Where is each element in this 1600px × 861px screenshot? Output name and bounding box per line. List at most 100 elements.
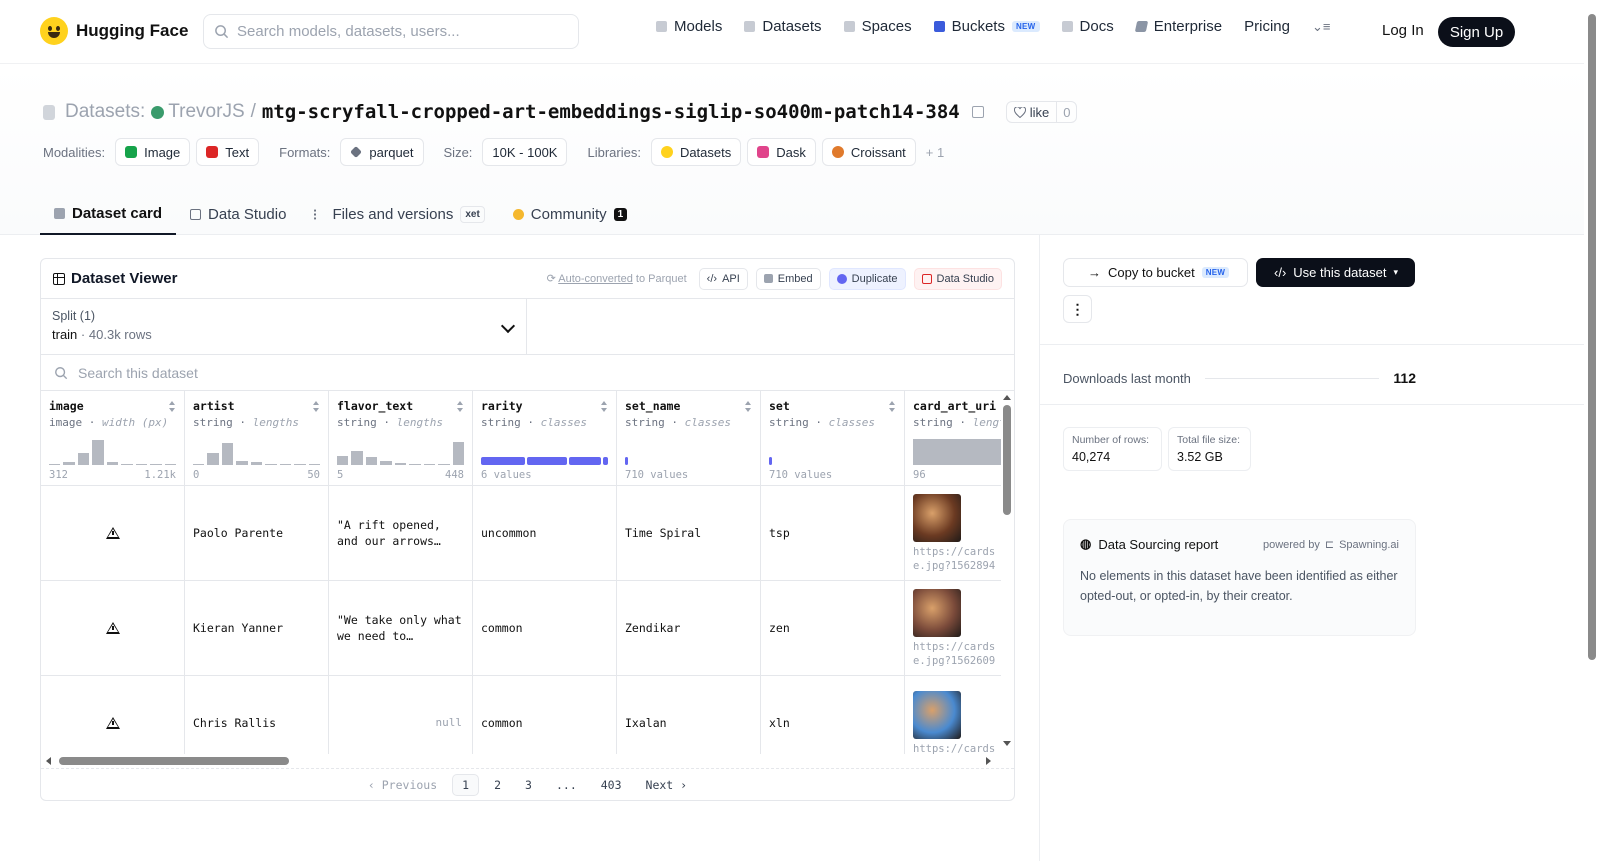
histogram-bar[interactable] xyxy=(207,453,219,465)
sort-icon[interactable] xyxy=(169,401,176,412)
tag-parquet[interactable]: parquet xyxy=(340,138,424,166)
page-2[interactable]: 2 xyxy=(485,775,510,795)
histogram-bar[interactable] xyxy=(135,464,148,465)
table-cell[interactable]: zen xyxy=(761,581,904,676)
table-cell[interactable]: https://cards xyxy=(905,676,1001,754)
scroll-right-icon[interactable] xyxy=(985,756,993,766)
table-cell[interactable]: common xyxy=(473,676,616,754)
previous-page[interactable]: ‹ Previous xyxy=(359,775,446,795)
histogram-bar[interactable] xyxy=(221,443,234,465)
table-vertical-scrollbar[interactable] xyxy=(1001,391,1014,754)
card-art-thumbnail[interactable] xyxy=(913,493,961,542)
table-cell[interactable]: uncommon xyxy=(473,486,616,581)
nav-pricing[interactable]: Pricing xyxy=(1244,18,1290,35)
use-dataset-button[interactable]: ‹/› Use this dataset ▾ xyxy=(1256,258,1415,287)
histogram-bar[interactable] xyxy=(452,442,464,465)
histogram-bar[interactable] xyxy=(351,451,363,465)
table-cell[interactable]: null xyxy=(329,676,472,754)
card-art-url[interactable]: https://cards e.jpg?1562609 xyxy=(913,640,995,668)
sort-icon[interactable] xyxy=(313,401,320,412)
table-cell[interactable]: "We take only what we need to… xyxy=(329,581,472,676)
scrollbar-thumb[interactable] xyxy=(59,757,289,765)
histogram-bar[interactable] xyxy=(121,464,133,465)
nav-spaces[interactable]: Spaces xyxy=(843,18,912,35)
table-cell[interactable]: xln xyxy=(761,676,904,754)
tab-data-studio[interactable]: Data Studio xyxy=(176,193,300,235)
class-segment[interactable] xyxy=(769,457,772,465)
powered-by[interactable]: powered by ⊏ Spawning.ai xyxy=(1263,538,1399,552)
histogram-bar[interactable] xyxy=(92,440,104,465)
table-cell[interactable]: Ixalan xyxy=(617,676,760,754)
card-art-url[interactable]: https://cards xyxy=(913,742,995,755)
table-cell[interactable] xyxy=(41,581,184,676)
scrollbar-thumb[interactable] xyxy=(1003,405,1011,515)
table-cell[interactable]: common xyxy=(473,581,616,676)
sort-icon[interactable] xyxy=(601,401,608,412)
tab-community[interactable]: Community 1 xyxy=(499,193,641,235)
histogram-bar[interactable] xyxy=(250,462,263,465)
global-search[interactable] xyxy=(203,14,579,49)
next-page[interactable]: Next › xyxy=(637,775,697,795)
histogram-bar[interactable] xyxy=(365,457,378,465)
table-cell[interactable]: Chris Rallis xyxy=(185,676,328,754)
class-segment[interactable] xyxy=(526,457,567,465)
dataset-search-input[interactable] xyxy=(78,364,478,381)
nav-buckets[interactable]: Buckets NEW xyxy=(933,18,1040,35)
card-art-thumbnail[interactable] xyxy=(913,588,961,637)
table-cell[interactable]: https://cards e.jpg?1562894 xyxy=(905,486,1001,581)
data-studio-button[interactable]: Data Studio xyxy=(913,267,1002,290)
table-horizontal-scrollbar[interactable] xyxy=(41,754,1001,768)
tag-text[interactable]: Text xyxy=(196,138,260,166)
histogram-bar[interactable] xyxy=(423,464,436,465)
class-segment[interactable] xyxy=(481,457,525,465)
sort-icon[interactable] xyxy=(457,401,464,412)
tag-dask[interactable]: Dask xyxy=(747,138,816,166)
table-cell[interactable]: tsp xyxy=(761,486,904,581)
table-cell[interactable]: Zendikar xyxy=(617,581,760,676)
copy-icon[interactable] xyxy=(971,106,984,118)
tag-croissant[interactable]: Croissant xyxy=(821,138,916,166)
column-header[interactable]: card_art_uristring · lengths 96 xyxy=(905,391,1001,486)
histogram-bar[interactable] xyxy=(63,462,75,465)
class-segment[interactable] xyxy=(603,457,608,465)
column-header[interactable]: set_name string · classes 710 values xyxy=(617,391,760,486)
column-header[interactable]: set string · classes 710 values xyxy=(761,391,904,486)
repo-name[interactable]: mtg-scryfall-cropped-art-embeddings-sigl… xyxy=(262,101,960,123)
hugging-face-logo[interactable]: Hugging Face xyxy=(40,17,188,45)
histogram-bar[interactable] xyxy=(438,464,450,465)
table-cell[interactable]: https://cards e.jpg?1562609 xyxy=(905,581,1001,676)
page-1[interactable]: 1 xyxy=(452,774,480,796)
table-cell[interactable]: Kieran Yanner xyxy=(185,581,328,676)
more-libraries[interactable]: + 1 xyxy=(926,145,944,160)
sort-icon[interactable] xyxy=(889,401,896,412)
column-header[interactable]: image image · width (px) 312 1.21k xyxy=(41,391,184,486)
table-cell[interactable]: Paolo Parente xyxy=(185,486,328,581)
tag-datasets-lib[interactable]: Datasets xyxy=(650,138,742,166)
page-last[interactable]: 403 xyxy=(592,775,631,795)
dataset-search[interactable] xyxy=(41,355,1014,391)
histogram-bar[interactable] xyxy=(409,464,421,465)
nav-enterprise[interactable]: Enterprise xyxy=(1134,18,1222,35)
card-art-url[interactable]: https://cards e.jpg?1562894 xyxy=(913,545,995,573)
tab-files[interactable]: Files and versions xet xyxy=(300,193,498,235)
page-scrollbar-thumb[interactable] xyxy=(1588,14,1596,660)
column-header[interactable]: rarity string · classes 6 values xyxy=(473,391,616,486)
histogram-bar[interactable] xyxy=(308,464,320,465)
global-search-input[interactable] xyxy=(237,23,557,40)
histogram-bar[interactable] xyxy=(394,463,407,465)
histogram-bar[interactable] xyxy=(294,464,306,465)
histogram-bar[interactable] xyxy=(337,456,349,465)
histogram-bar[interactable] xyxy=(279,464,292,465)
histogram-bar[interactable] xyxy=(193,464,205,465)
class-segment[interactable] xyxy=(568,457,602,465)
nav-models[interactable]: Models xyxy=(656,18,722,35)
scroll-left-icon[interactable] xyxy=(44,756,52,766)
column-header[interactable]: flavor_text string · lengths 5 448 xyxy=(329,391,472,486)
card-art-thumbnail[interactable] xyxy=(913,690,961,739)
repo-section[interactable]: Datasets: xyxy=(65,101,145,123)
sort-icon[interactable] xyxy=(745,401,752,412)
table-cell[interactable] xyxy=(41,676,184,754)
table-cell[interactable]: "A rift opened, and our arrows… xyxy=(329,486,472,581)
like-button[interactable]: like 0 xyxy=(1005,101,1078,123)
more-menu-icon[interactable]: ⌄≡ xyxy=(1312,19,1330,35)
